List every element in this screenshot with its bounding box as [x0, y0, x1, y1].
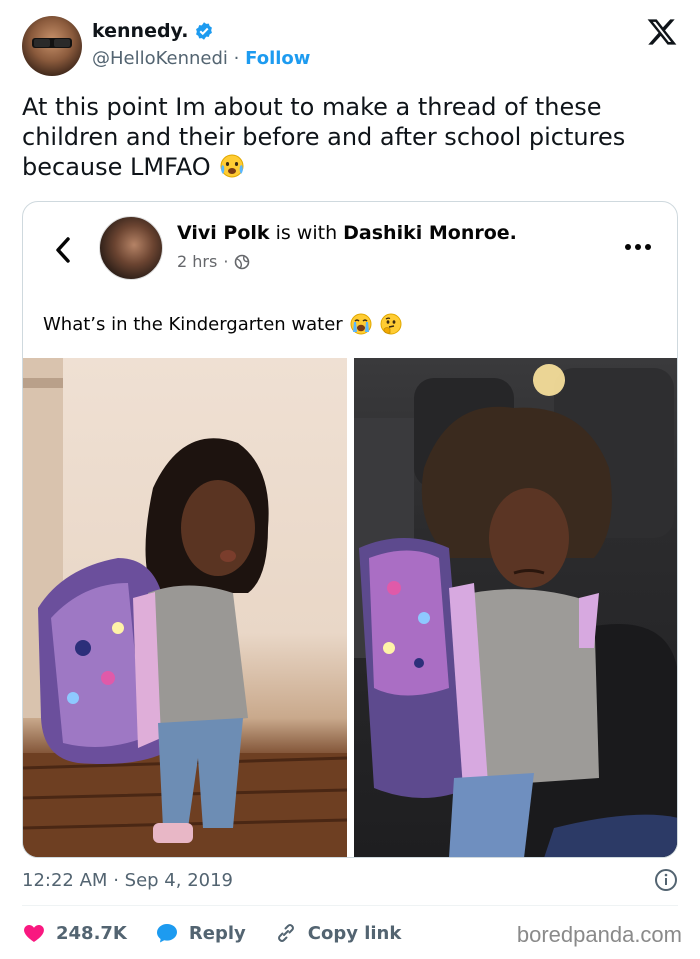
- follow-button[interactable]: Follow: [245, 48, 310, 69]
- before-school-photo[interactable]: [23, 358, 347, 857]
- more-options-icon[interactable]: [623, 242, 653, 252]
- heart-icon: [24, 925, 44, 942]
- tweet-actions: 248.7K Reply Copy link: [22, 918, 429, 948]
- link-icon: [277, 924, 294, 942]
- timestamp-separator: ·: [113, 870, 119, 891]
- tweet-date: Sep 4, 2019: [124, 870, 234, 891]
- poster-name[interactable]: Vivi Polk: [177, 222, 270, 244]
- tweet-text-content: At this point Im about to make a thread …: [22, 93, 626, 181]
- poster-avatar[interactable]: [99, 216, 163, 280]
- footer-divider: [22, 905, 678, 906]
- post-caption: What’s in the Kindergarten water: [43, 312, 403, 336]
- like-count: 248.7K: [56, 922, 127, 944]
- reply-bubble-icon: [156, 924, 177, 943]
- globe-icon: [235, 254, 250, 269]
- reply-label: Reply: [188, 922, 246, 944]
- embedded-media-card[interactable]: Vivi Polk is with Dashiki Monroe. 2 hrs …: [22, 201, 678, 858]
- handle-separator: ·: [233, 48, 240, 69]
- after-school-photo[interactable]: [354, 358, 677, 857]
- like-button[interactable]: 248.7K: [22, 921, 127, 945]
- meta-separator: ·: [223, 252, 229, 271]
- with-text: is with: [275, 222, 338, 244]
- loudly-crying-face-icon: [350, 313, 372, 335]
- back-arrow-icon[interactable]: [53, 236, 73, 264]
- avatar-sunglasses: [32, 38, 72, 48]
- author-name-row: kennedy.: [92, 20, 214, 42]
- reply-button[interactable]: Reply: [155, 921, 246, 945]
- author-handle[interactable]: @HelloKennedi: [92, 48, 228, 69]
- copy-link-label: Copy link: [307, 922, 402, 944]
- crying-face-emoji-icon: [220, 154, 244, 178]
- author-avatar[interactable]: [22, 16, 82, 76]
- author-display-name[interactable]: kennedy.: [92, 20, 188, 42]
- tweet-timestamp[interactable]: 12:22 AM · Sep 4, 2019: [22, 870, 233, 891]
- after-photo-illustration: [354, 364, 677, 857]
- thinking-face-icon: [380, 313, 402, 335]
- tweet-text: At this point Im about to make a thread …: [22, 92, 682, 182]
- author-handle-row: @HelloKennedi · Follow: [92, 48, 310, 69]
- post-time-ago: 2 hrs: [177, 252, 218, 271]
- source-watermark: boredpanda.com: [516, 922, 682, 947]
- post-caption-text: What’s in the Kindergarten water: [43, 313, 343, 335]
- post-meta: 2 hrs ·: [177, 252, 250, 271]
- copy-link-button[interactable]: Copy link: [274, 921, 402, 945]
- info-icon[interactable]: [654, 868, 678, 892]
- poster-name-line: Vivi Polk is with Dashiki Monroe.: [177, 222, 517, 244]
- tweet-header: kennedy. @HelloKennedi · Follow: [22, 14, 682, 80]
- x-logo-icon[interactable]: [646, 16, 678, 48]
- tagged-name[interactable]: Dashiki Monroe.: [343, 222, 517, 244]
- tweet-time: 12:22 AM: [22, 870, 108, 891]
- before-photo-illustration: [23, 358, 347, 857]
- verified-badge-icon: [196, 22, 213, 40]
